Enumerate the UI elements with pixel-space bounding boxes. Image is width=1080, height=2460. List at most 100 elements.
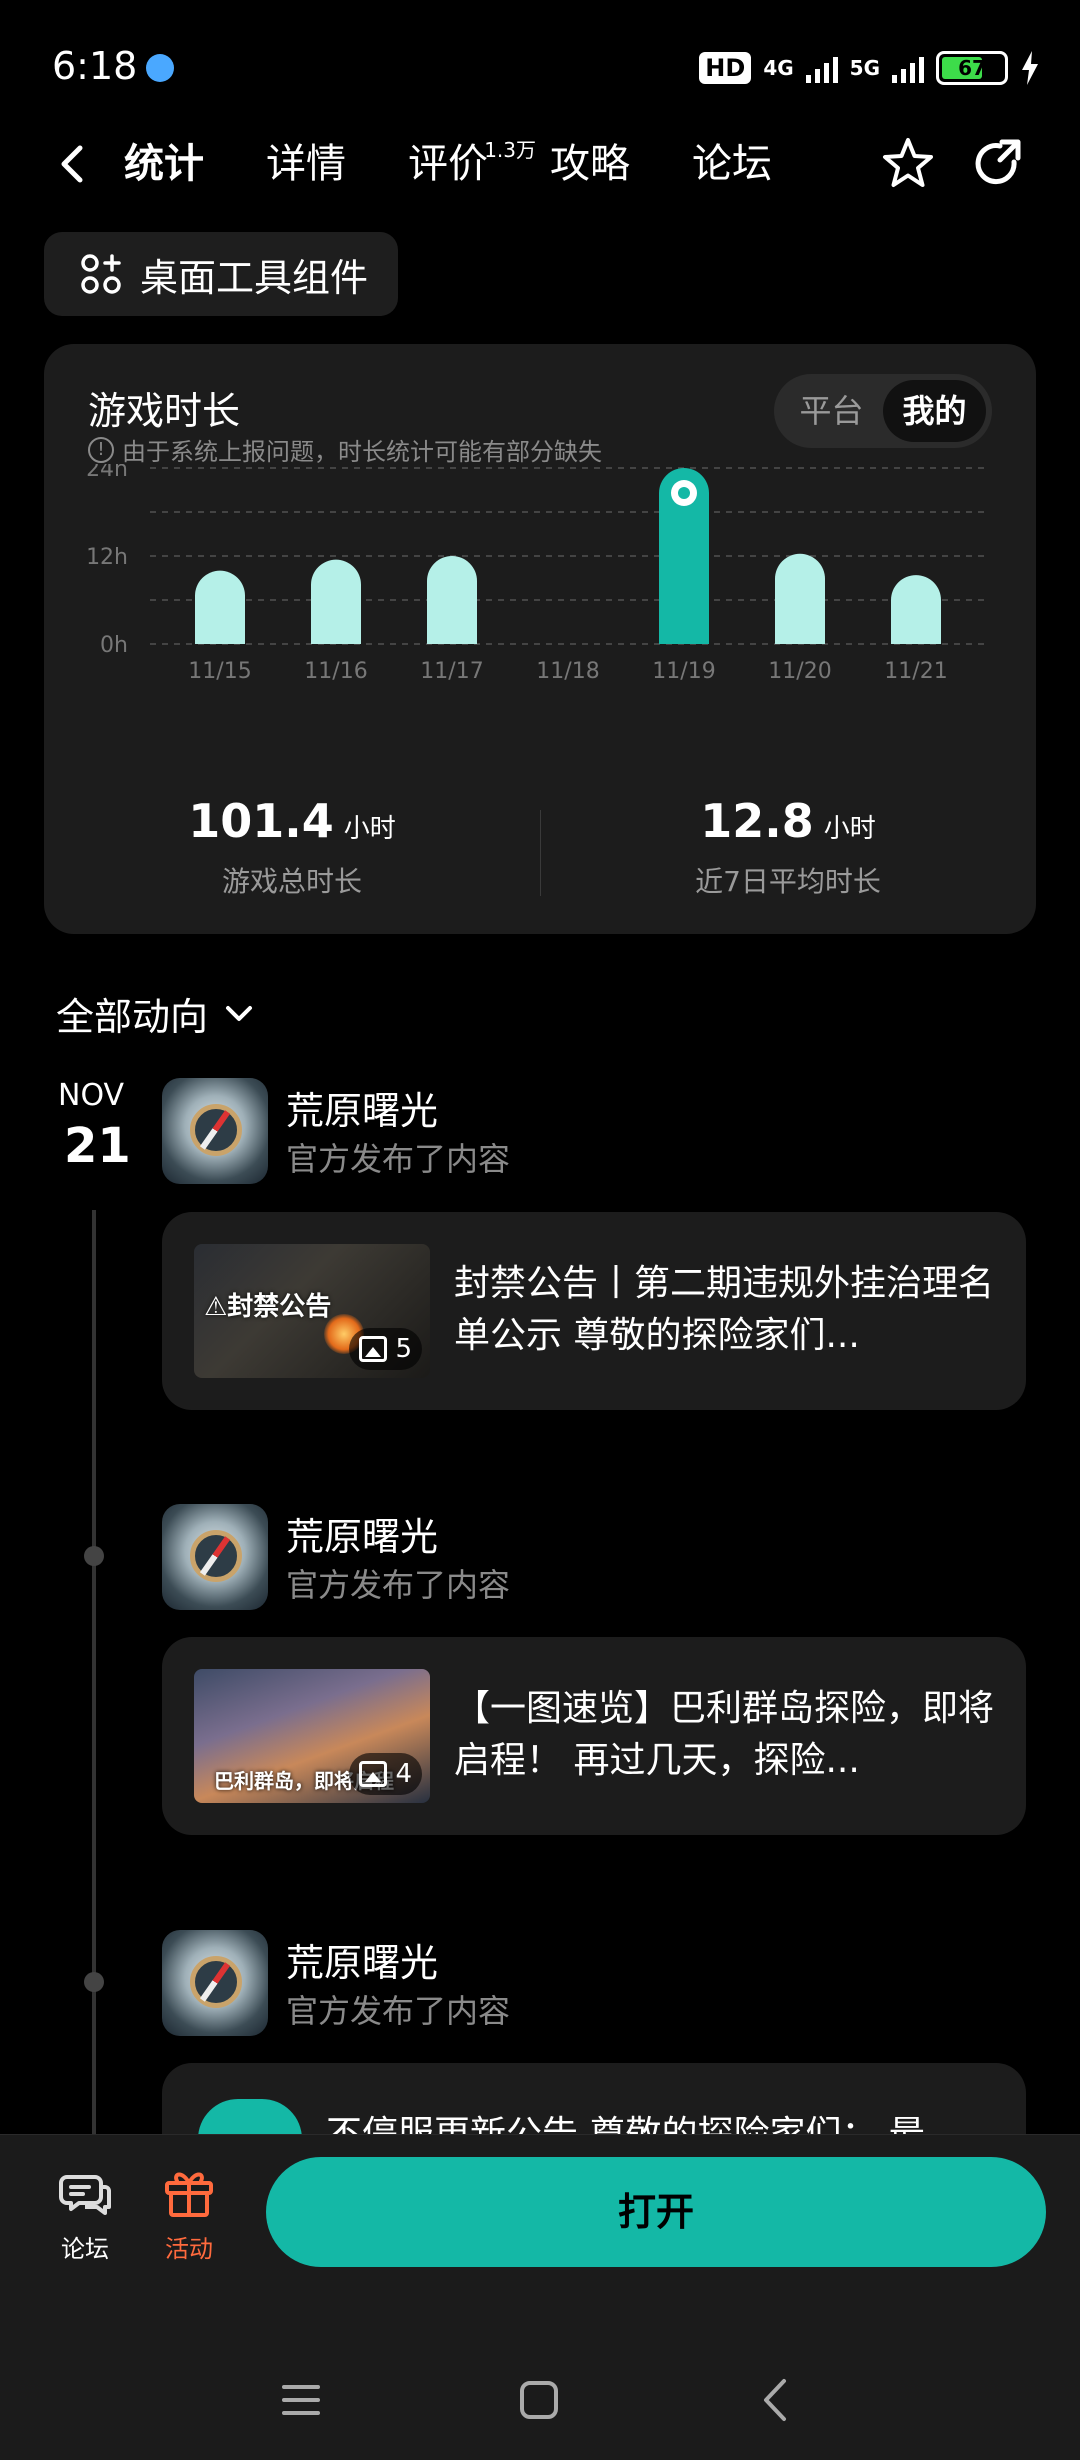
playtime-note: ! 由于系统上报问题，时长统计可能有部分缺失 bbox=[88, 432, 602, 467]
post-header[interactable]: 荒原曙光 官方发布了内容 bbox=[162, 1930, 1042, 2036]
tab-reviews-label: 评价 bbox=[408, 141, 488, 187]
timeline-dot bbox=[84, 1972, 104, 1992]
activity-filter-label: 全部动向 bbox=[56, 995, 209, 1039]
avg-playtime-label: 近7日平均时长 bbox=[695, 865, 881, 898]
chart-bar bbox=[891, 575, 941, 644]
x-tick-label: 11/15 bbox=[188, 659, 251, 684]
post-thumbnail: 巴利群岛，即将启程 4 bbox=[194, 1669, 430, 1803]
segment-mine[interactable]: 我的 bbox=[883, 380, 986, 442]
top-nav: 统计 详情 评价 1.3万 攻略 论坛 bbox=[0, 120, 1080, 210]
network-5g-label: 5G bbox=[849, 56, 880, 80]
x-tick-label: 11/20 bbox=[768, 659, 831, 684]
image-count: 4 bbox=[395, 1759, 412, 1789]
forum-icon bbox=[59, 2175, 111, 2215]
charging-icon bbox=[1022, 51, 1038, 85]
post-subtitle: 官方发布了内容 bbox=[286, 1140, 511, 1178]
signal-icon bbox=[805, 53, 838, 83]
post-subtitle: 官方发布了内容 bbox=[286, 1992, 511, 2030]
open-button[interactable]: 打开 bbox=[266, 2157, 1046, 2267]
playtime-card: 游戏时长 ! 由于系统上报问题，时长统计可能有部分缺失 平台 我的 0h 12h 2… bbox=[44, 344, 1036, 934]
tab-guides[interactable]: 攻略 bbox=[550, 136, 630, 192]
desktop-widget-button[interactable]: 桌面工具组件 bbox=[44, 232, 398, 316]
post-header[interactable]: 荒原曙光 官方发布了内容 bbox=[162, 1078, 1042, 1184]
total-playtime-value: 101.4 bbox=[188, 794, 334, 848]
segment-platform[interactable]: 平台 bbox=[780, 380, 883, 442]
activity-label: 活动 bbox=[165, 2235, 213, 2263]
post-subtitle: 官方发布了内容 bbox=[286, 1566, 511, 1604]
tab-bar: 统计 详情 评价 1.3万 攻略 论坛 bbox=[120, 136, 834, 196]
post-text: 【一图速览】巴利群岛探险，即将启程！ 再过几天，探险... bbox=[454, 1688, 994, 1781]
forum-button[interactable]: 论坛 bbox=[40, 2165, 130, 2264]
timeline-day: 21 bbox=[64, 1118, 131, 1174]
playtime-title: 游戏时长 bbox=[88, 389, 241, 433]
y-tick-label: 0h bbox=[100, 633, 128, 658]
avg-playtime: 12.8 小时 近7日平均时长 bbox=[540, 794, 1036, 900]
network-4g-label: 4G bbox=[763, 56, 794, 80]
chart-bar bbox=[775, 553, 825, 644]
total-playtime-label: 游戏总时长 bbox=[221, 865, 362, 898]
avatar bbox=[162, 1078, 268, 1184]
tab-reviews[interactable]: 评价 1.3万 bbox=[408, 136, 536, 192]
chart-bar bbox=[427, 556, 477, 644]
avatar bbox=[162, 1504, 268, 1610]
star-icon[interactable] bbox=[878, 134, 938, 194]
info-icon: ! bbox=[88, 436, 114, 463]
y-tick-label: 12h bbox=[86, 545, 128, 570]
tab-details[interactable]: 详情 bbox=[266, 136, 346, 192]
timeline-month: NOV bbox=[58, 1078, 125, 1113]
battery-icon: 67 bbox=[936, 51, 1008, 85]
chevron-down-icon bbox=[226, 1005, 253, 1021]
x-tick-label: 11/17 bbox=[420, 659, 483, 684]
x-tick-label: 11/21 bbox=[884, 659, 947, 684]
review-count: 1.3万 bbox=[484, 138, 536, 162]
signal-icon bbox=[892, 53, 924, 83]
avatar bbox=[162, 1930, 268, 2036]
tab-stats[interactable]: 统计 bbox=[120, 136, 208, 196]
x-tick-label: 11/18 bbox=[536, 659, 599, 684]
y-tick-label: 24h bbox=[86, 464, 128, 482]
system-back-icon[interactable] bbox=[752, 2375, 802, 2425]
post-card[interactable]: ⚠封禁公告 5 封禁公告丨第二期违规外挂治理名单公示 尊敬的探险家们... bbox=[162, 1212, 1026, 1410]
image-count-badge: 5 bbox=[349, 1328, 422, 1370]
status-indicators: HD 4G 5G 67 bbox=[699, 48, 1040, 88]
total-playtime: 101.4 小时 游戏总时长 bbox=[44, 794, 540, 900]
timeline-dot bbox=[84, 1546, 104, 1566]
chart-bar bbox=[195, 570, 245, 644]
activity-button[interactable]: 活动 bbox=[144, 2165, 234, 2264]
battery-level: 67 bbox=[958, 56, 986, 80]
home-icon[interactable] bbox=[514, 2375, 564, 2425]
post-author: 荒原曙光 bbox=[286, 1089, 439, 1133]
activity-filter[interactable]: 全部动向 bbox=[56, 986, 254, 1041]
share-icon[interactable] bbox=[968, 134, 1028, 194]
post-card[interactable]: 巴利群岛，即将启程 4 【一图速览】巴利群岛探险，即将启程！ 再过几天，探险..… bbox=[162, 1637, 1026, 1835]
bottom-bar: 论坛 活动 打开 bbox=[0, 2134, 1080, 2460]
status-time: 6:18 bbox=[52, 44, 138, 88]
playtime-note-text: 由于系统上报问题，时长统计可能有部分缺失 bbox=[122, 438, 602, 466]
image-icon bbox=[359, 1761, 388, 1787]
widget-grid-icon bbox=[81, 254, 121, 294]
desktop-widget-label: 桌面工具组件 bbox=[140, 255, 369, 300]
highlight-marker-dot bbox=[678, 487, 690, 499]
total-playtime-unit: 小时 bbox=[343, 814, 396, 844]
menu-icon[interactable] bbox=[276, 2375, 326, 2425]
image-icon bbox=[359, 1336, 388, 1362]
timeline-line bbox=[92, 1210, 96, 2140]
thumbnail-caption: ⚠封禁公告 bbox=[204, 1292, 332, 1322]
chart-bar bbox=[311, 559, 361, 644]
back-icon[interactable] bbox=[52, 142, 96, 186]
tab-forum[interactable]: 论坛 bbox=[692, 136, 772, 192]
forum-label: 论坛 bbox=[61, 2235, 109, 2263]
post-text: 封禁公告丨第二期违规外挂治理名单公示 尊敬的探险家们... bbox=[454, 1263, 994, 1356]
post-thumbnail: ⚠封禁公告 5 bbox=[194, 1244, 430, 1378]
avg-playtime-unit: 小时 bbox=[823, 814, 876, 844]
post-author: 荒原曙光 bbox=[286, 1941, 439, 1985]
hd-icon: HD bbox=[699, 52, 752, 84]
post-header[interactable]: 荒原曙光 官方发布了内容 bbox=[162, 1504, 1042, 1610]
image-count-badge: 4 bbox=[349, 1753, 422, 1795]
playtime-chart: 0h12h24h11/1511/1611/1711/1811/1924小时11/… bbox=[86, 464, 990, 684]
post-author: 荒原曙光 bbox=[286, 1515, 439, 1559]
x-tick-label: 11/16 bbox=[304, 659, 367, 684]
status-bar: 6:18 HD 4G 5G 67 bbox=[0, 0, 1080, 130]
x-tick-label: 11/19 bbox=[652, 659, 715, 684]
image-count: 5 bbox=[395, 1334, 412, 1364]
